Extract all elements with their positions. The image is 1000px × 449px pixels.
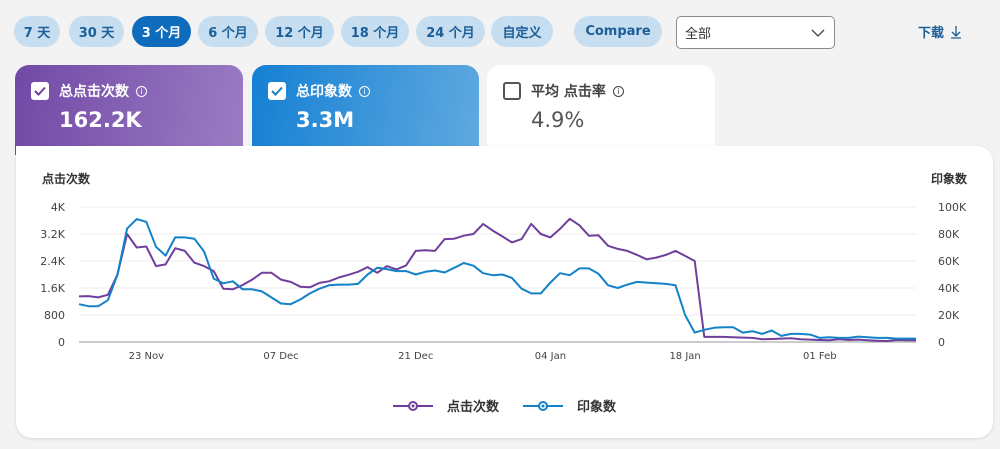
y-tick-label-left: 4K — [51, 201, 66, 214]
y-tick-label-left: 3.2K — [40, 228, 65, 241]
download-label: 下载 — [917, 26, 944, 41]
info-icon[interactable]: i — [136, 85, 147, 97]
clicks-metric-card[interactable]: 总点击次数 i 162.2K — [15, 65, 243, 155]
range-12m-button[interactable]: 12 个月 — [265, 16, 334, 47]
y-tick-label-right: 80K — [938, 228, 960, 241]
series-line-impressions — [78, 218, 916, 340]
range-7d-button[interactable]: 7 天 — [14, 16, 60, 47]
y-tick-label-left: 0 — [58, 336, 65, 349]
impressions-checkbox[interactable] — [268, 82, 286, 100]
y-tick-label-right: 0 — [938, 336, 945, 349]
filter-toolbar: 7 天 30 天 3 个月 6 个月 12 个月 18 个月 24 个月 自定义… — [14, 16, 986, 49]
download-button[interactable]: 下载 — [918, 22, 962, 41]
ctr-checkbox[interactable] — [503, 82, 521, 100]
legend-item-clicks[interactable]: 点击次数 — [392, 396, 499, 415]
chevron-down-icon — [811, 29, 825, 37]
legend-label-impressions: 印象数 — [577, 400, 617, 415]
clicks-card-label: 总点击次数 — [59, 84, 129, 100]
line-chart[interactable]: 0 0 800 20K 1.6K 40K 2.4K 60K 3.2K 80K 4K 100K 23 No… — [16, 146, 993, 438]
impressions-metric-card[interactable]: 总印象数 i 3.3M — [252, 65, 479, 155]
y-tick-label-left: 1.6K — [40, 282, 65, 295]
y-tick-label-right: 20K — [938, 309, 960, 322]
y-tick-label-right: 100K — [938, 201, 967, 214]
ctr-card-label: 平均 点击率 — [531, 84, 606, 100]
impressions-card-value: 3.3M — [296, 108, 355, 132]
x-tick-label: 01 Feb — [803, 351, 837, 362]
range-18m-button[interactable]: 18 个月 — [341, 16, 409, 47]
legend-line-icon — [523, 400, 563, 411]
legend-line-icon — [392, 400, 433, 411]
range-24m-button[interactable]: 24 个月 — [416, 16, 485, 47]
clicks-checkbox[interactable] — [31, 82, 49, 100]
check-icon — [271, 86, 283, 96]
y-tick-label-left: 800 — [44, 309, 65, 322]
x-tick-label: 07 Dec — [263, 351, 298, 362]
info-icon[interactable]: i — [612, 85, 624, 97]
range-3m-button[interactable]: 3 个月 — [132, 16, 191, 47]
clicks-card-value: 162.2K — [59, 108, 142, 132]
ctr-metric-card[interactable]: 平均 点击率 i 4.9% — [487, 65, 715, 155]
range-6m-button[interactable]: 6 个月 — [198, 16, 258, 47]
legend-label-clicks: 点击次数 — [446, 400, 499, 415]
x-tick-label: 04 Jan — [535, 351, 566, 362]
download-icon — [951, 25, 961, 39]
x-tick-label: 21 Dec — [398, 351, 433, 362]
chart-panel: 点击次数 印象数 0 0 800 20K 1.6K 40K 2.4K 60K 3.2K 80K 4K… — [16, 146, 993, 438]
y-tick-label-right: 60K — [938, 255, 960, 268]
range-custom-button[interactable]: 自定义 — [491, 16, 553, 47]
check-icon — [34, 86, 46, 96]
chart-legend: 点击次数 印象数 — [16, 396, 993, 415]
legend-item-impressions[interactable]: 印象数 — [523, 396, 616, 415]
ctr-card-value: 4.9% — [531, 108, 585, 132]
info-icon[interactable]: i — [359, 85, 370, 97]
x-tick-label: 23 Nov — [129, 351, 165, 362]
x-tick-label: 18 Jan — [669, 351, 700, 362]
impressions-card-label: 总印象数 — [296, 84, 352, 100]
y-tick-label-left: 2.4K — [40, 255, 65, 268]
scope-select-value: 全部 — [685, 27, 712, 42]
scope-select[interactable]: 全部 — [676, 16, 835, 49]
compare-button[interactable]: Compare — [574, 16, 662, 47]
series-line-clicks — [78, 217, 916, 342]
y-tick-label-right: 40K — [938, 282, 960, 295]
range-30d-button[interactable]: 30 天 — [69, 16, 124, 47]
